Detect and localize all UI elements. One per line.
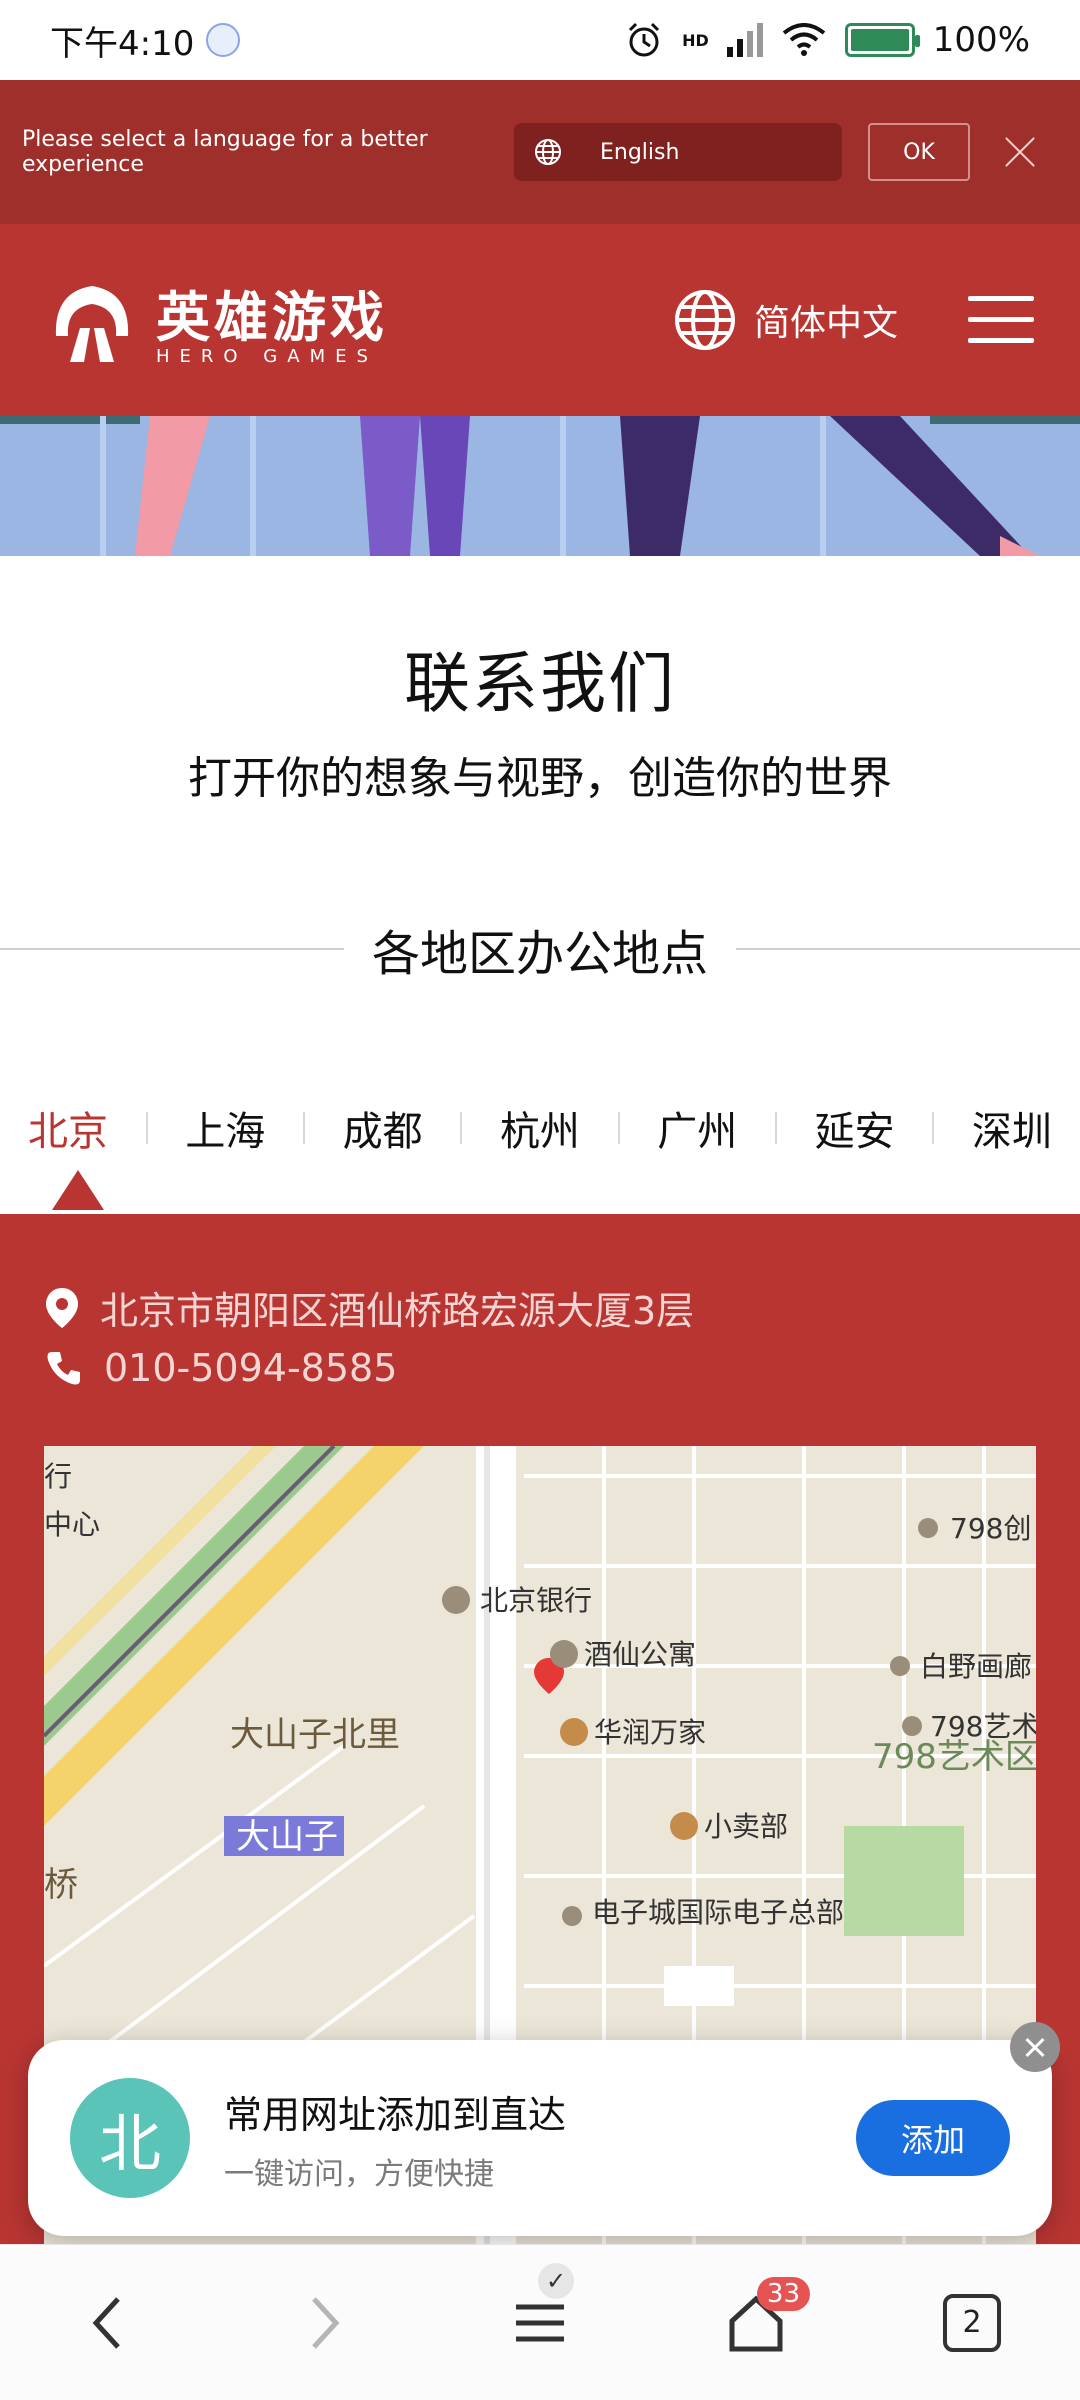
logo[interactable]: 英雄游戏 HERO GAMES [46, 273, 388, 367]
office-phone[interactable]: 010-5094-8585 [104, 1346, 397, 1390]
map-label-gallery: 白野画廊 [920, 1650, 1032, 1683]
map-label-798: 798艺术 [930, 1710, 1036, 1743]
home-button[interactable]: 33 [696, 2263, 816, 2383]
helmet-icon [55, 286, 129, 362]
tab-separator [932, 1112, 935, 1144]
hero-banner [0, 416, 1080, 556]
menu-icon [516, 2304, 564, 2341]
notification-badge: 33 [756, 2276, 810, 2311]
offices-header: 各地区办公地点 [0, 914, 1080, 984]
map-label-road: 行 [44, 1460, 72, 1493]
tab-separator [774, 1112, 777, 1144]
language-label: 简体中文 [753, 303, 898, 344]
tab-separator [302, 1112, 305, 1144]
tab-shanghai[interactable]: 上海 [185, 1013, 265, 1244]
hd-label: HD [682, 30, 709, 50]
status-right: HD 100% [624, 20, 1030, 60]
map-label-center: 中心 [44, 1508, 100, 1541]
logo-text: 英雄游戏 HERO GAMES [156, 273, 388, 367]
tab-shenzhen[interactable]: 深圳 [972, 1013, 1052, 1244]
active-tab-indicator [52, 1170, 104, 1210]
signal-icon [726, 23, 763, 57]
tab-guangzhou[interactable]: 广州 [657, 1013, 737, 1244]
avatar: 北 [70, 2078, 190, 2198]
globe-icon [674, 290, 735, 350]
tab-separator [617, 1112, 620, 1144]
chevron-left-icon [92, 2296, 120, 2349]
map-label-electronics: 电子城国际电子总部 [592, 1896, 844, 1929]
map-label-apartment: 酒仙公寓 [584, 1638, 696, 1671]
location-pin-icon [46, 1287, 78, 1328]
toast-text: 常用网址添加到直达 一键访问，方便快捷 [224, 2084, 566, 2193]
check-icon: ✓ [538, 2262, 574, 2299]
close-icon[interactable] [1000, 132, 1040, 172]
language-banner: Please select a language for a better ex… [0, 80, 1080, 224]
map-label-shop: 小卖部 [704, 1810, 788, 1843]
menu-icon[interactable] [968, 296, 1034, 344]
tabs-button[interactable]: 2 [912, 2263, 1032, 2383]
tab-chengdu[interactable]: 成都 [343, 1013, 423, 1244]
map-label-bank: 北京银行 [480, 1584, 592, 1617]
add-shortcut-toast: 北 常用网址添加到直达 一键访问，方便快捷 添加 [28, 2022, 1060, 2236]
selected-language: English [600, 139, 680, 165]
divider-right [736, 948, 1080, 950]
add-button[interactable]: 添加 [856, 2100, 1010, 2176]
tab-separator [145, 1112, 148, 1144]
tab-separator [460, 1112, 463, 1144]
battery-icon [844, 23, 920, 57]
ok-button[interactable]: OK [868, 123, 970, 181]
map-label-mall: 华润万家 [594, 1716, 706, 1749]
map-label-bridge: 桥 [44, 1865, 78, 1905]
menu-button[interactable]: ✓ [480, 2262, 600, 2383]
office-address: 北京市朝阳区酒仙桥路宏源大厦3层 [100, 1289, 695, 1333]
map-label-district: 大山子 [236, 1817, 338, 1857]
map-label-district-north: 大山子北里 [230, 1715, 400, 1755]
toast-title: 常用网址添加到直达 [224, 2092, 567, 2137]
status-time: 下午4:10 [50, 23, 195, 64]
phone-row: 010-5094-8585 [44, 1346, 397, 1390]
tab-hangzhou[interactable]: 杭州 [500, 1013, 580, 1244]
alarm-icon [629, 22, 660, 57]
map-label-art-zone: 798艺术区 [872, 1737, 1036, 1777]
language-message: Please select a language for a better ex… [22, 127, 428, 177]
status-left: 下午4:10 [50, 16, 241, 65]
status-bar: 下午4:10 HD 100% [0, 0, 1080, 80]
site-header: 英雄游戏 HERO GAMES 简体中文 [0, 224, 1080, 416]
address-row: 北京市朝阳区酒仙桥路宏源大厦3层 [44, 1280, 694, 1335]
hero-illustration [0, 416, 1080, 556]
logo-en: HERO GAMES [156, 346, 378, 367]
back-button[interactable] [48, 2263, 168, 2383]
page-title: 联系我们 [404, 645, 676, 722]
close-icon[interactable] [1010, 2022, 1060, 2072]
language-select[interactable]: English [514, 123, 842, 181]
language-switch[interactable]: 简体中文 [674, 289, 898, 351]
map-label-798-top: 798创 [950, 1512, 1031, 1545]
phone-icon [47, 1352, 80, 1385]
office-tabs: 北京 上海 成都 杭州 广州 延安 深圳 [0, 1092, 1080, 1164]
tab-yanan[interactable]: 延安 [815, 1013, 895, 1244]
logo-cn: 英雄游戏 [156, 286, 388, 349]
toast-subtitle: 一键访问，方便快捷 [224, 2156, 494, 2192]
tabs-count: 2 [943, 2293, 1001, 2352]
browser-bottom-nav: ✓ 33 2 [0, 2244, 1080, 2400]
globe-icon [535, 139, 561, 165]
page-subtitle: 打开你的想象与视野，创造你的世界 [188, 753, 892, 804]
battery-percent: 100% [932, 20, 1030, 60]
chevron-right-icon [312, 2296, 340, 2349]
forward-button[interactable] [264, 2263, 384, 2383]
wifi-icon [782, 23, 826, 56]
notification-icon [206, 23, 241, 57]
